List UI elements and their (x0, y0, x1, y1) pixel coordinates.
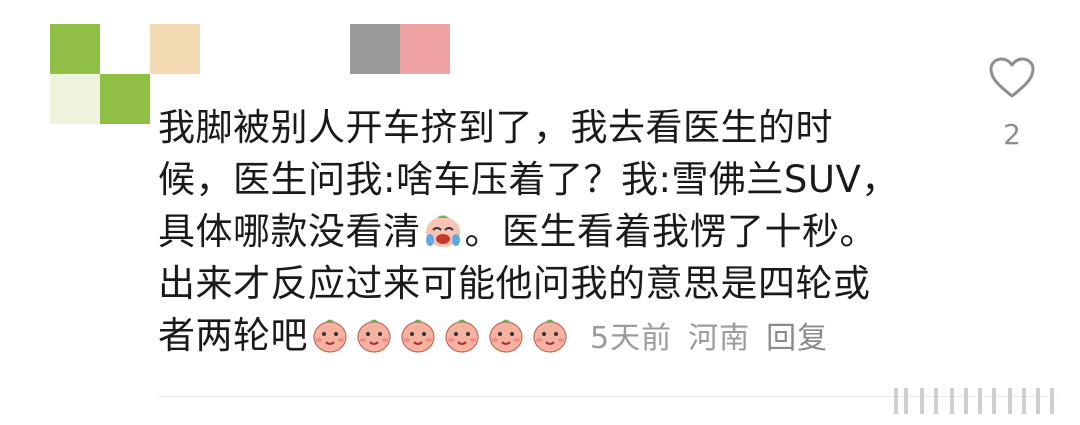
peach-face-icon (489, 319, 523, 353)
comment-line: 具体哪款没看清 。医生看着我愣了十秒。 (158, 206, 918, 258)
comment-line: 我脚被别人开车挤到了，我去看医生的时 (158, 106, 833, 149)
emoji-group (308, 310, 572, 362)
comment-line: 出来才反应过来可能他问我的意思是四轮或 (158, 262, 871, 305)
heart-outline-icon (989, 57, 1035, 98)
peach-face-icon (401, 319, 435, 353)
username-pixel (200, 24, 350, 74)
comment-line-part: 者两轮吧 (158, 314, 308, 357)
comment-meta: 5天前 河南 回复 (590, 321, 844, 356)
avatar-pixel (100, 24, 150, 74)
username-pixel (350, 24, 400, 74)
like-count: 2 (1003, 118, 1021, 151)
username-pixel (400, 24, 450, 74)
comment-text: 我脚被别人开车挤到了，我去看医生的时 候，医生问我:啥车压着了？我:雪佛兰SUV… (158, 102, 918, 365)
avatar-pixel (100, 74, 150, 124)
username-pixel (150, 24, 200, 74)
peach-face-icon (445, 319, 479, 353)
peach-face-icon (357, 319, 391, 353)
peach-face-icon (533, 319, 567, 353)
like-button[interactable]: 2 (988, 56, 1036, 151)
reply-button[interactable]: 回复 (766, 321, 828, 356)
avatar[interactable] (50, 24, 150, 124)
comment-line-part: 具体哪款没看清 (158, 210, 421, 253)
laughing-crying-icon (425, 215, 460, 247)
comment-time: 5天前 (590, 321, 673, 356)
peach-face-icon (313, 319, 347, 353)
username-pixelated[interactable] (150, 24, 450, 74)
avatar-pixel (50, 24, 100, 74)
comment-location: 河南 (688, 321, 751, 356)
comment-line-part: 。医生看着我愣了十秒。 (464, 210, 877, 253)
comment-line: 候，医生问我:啥车压着了？我:雪佛兰SUV， (158, 158, 899, 201)
comment-line: 者两轮吧 5天前 河南 回复 (158, 310, 918, 365)
avatar-pixel (50, 74, 100, 124)
watermark (880, 388, 1070, 414)
